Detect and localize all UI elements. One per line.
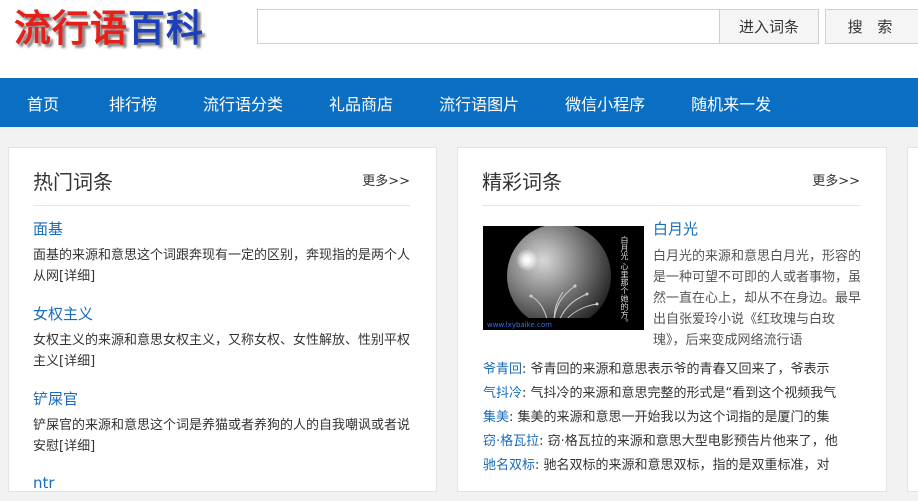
entry-title-link[interactable]: ntr [33,474,55,491]
featured-entries-panel: 精彩词条 更多>> 白月光 心里那个她的方。 www.lxybaike.com … [457,147,887,492]
more-link[interactable]: 更多>> [362,170,410,189]
divider [482,205,860,206]
featured-image[interactable]: 白月光 心里那个她的方。 www.lxybaike.com [483,226,644,330]
site-logo[interactable]: 流行语 百科 [14,5,204,51]
entry-description: 铲屎官的来源和意思这个词是养猫或者养狗的人的自我嘲讽或者说安慰[详细] [33,418,411,454]
featured-title-link[interactable]: 白月光 [653,218,698,239]
nav-item-mini-program[interactable]: 微信小程序 [565,91,645,115]
featured-description: 白月光的来源和意思白月光，形容的是一种可望不可即的人或者事物，虽然一直在心上，却… [653,249,862,348]
nav-item-home[interactable]: 首页 [27,91,59,115]
detail-link[interactable]: [详细] [59,439,95,454]
nav-item-gift-shop[interactable]: 礼品商店 [329,91,393,115]
entry-key-link[interactable]: 驰名双标 [483,458,535,473]
image-watermark: www.lxybaike.com [487,321,552,329]
logo-part-blue: 百科 [128,6,204,50]
nav-item-random[interactable]: 随机来一发 [691,91,771,115]
list-item: 面基 面基的来源和意思这个词跟奔现有一定的区别，奔现指的是两个人从网[详细] [33,218,415,287]
featured-list: 爷青回: 爷青回的来源和意思表示爷的青春又回来了，爷表示 气抖冷: 气抖冷的来源… [483,358,865,478]
panel-title: 热门词条 [33,170,113,194]
nav-item-images[interactable]: 流行语图片 [439,91,519,115]
image-caption: 白月光 心里那个她的方。 [620,236,629,327]
entry-key-link[interactable]: 气抖冷 [483,386,522,401]
enter-entry-button[interactable]: 进入词条 [719,9,819,44]
hot-entries-panel: 热门词条 更多>> 面基 面基的来源和意思这个词跟奔现有一定的区别，奔现指的是两… [8,147,437,492]
entry-key-link[interactable]: 窃·格瓦拉 [483,434,539,449]
detail-link[interactable]: [详细] [59,354,95,369]
entry-title-link[interactable]: 铲屎官 [33,388,78,409]
detail-link[interactable]: [详细] [59,269,95,284]
entry-title-link[interactable]: 女权主义 [33,303,93,324]
list-item: ntr [33,473,415,491]
list-item: 爷青回: 爷青回的来源和意思表示爷的青春又回来了，爷表示 [483,362,830,377]
entry-title-link[interactable]: 面基 [33,218,63,239]
entry-key-link[interactable]: 集美 [483,410,509,425]
entry-description: 女权主义的来源和意思女权主义，又称女权、女性解放、性别平权主义[详细] [33,333,411,369]
list-item: 女权主义 女权主义的来源和意思女权主义，又称女权、女性解放、性别平权主义[详细] [33,303,415,372]
third-panel-edge [907,147,918,492]
nav-item-ranking[interactable]: 排行榜 [109,91,157,115]
logo-part-red: 流行语 [14,6,128,50]
nav-item-categories[interactable]: 流行语分类 [203,91,283,115]
panel-title: 精彩词条 [482,170,562,194]
search-input[interactable] [257,9,719,44]
entry-description: 面基的来源和意思这个词跟奔现有一定的区别，奔现指的是两个人从网[详细] [33,248,411,284]
more-link[interactable]: 更多>> [812,170,860,189]
main-nav: 首页 排行榜 流行语分类 礼品商店 流行语图片 微信小程序 随机来一发 [0,78,918,127]
list-item: 气抖冷: 气抖冷的来源和意思完整的形式是“看到这个视频我气 [483,386,837,401]
search-button[interactable]: 搜 索 [825,9,918,44]
site-header: 流行语 百科 进入词条 搜 索 [0,0,918,78]
list-item: 铲屎官 铲屎官的来源和意思这个词是养猫或者养狗的人的自我嘲讽或者说安慰[详细] [33,388,415,457]
entry-key-link[interactable]: 爷青回 [483,362,522,377]
list-item: 窃·格瓦拉: 窃·格瓦拉的来源和意思大型电影预告片他来了，他 [483,434,838,449]
list-item: 驰名双标: 驰名双标的来源和意思双标，指的是双重标准，对 [483,458,830,473]
divider [33,205,410,206]
list-item: 集美: 集美的来源和意思一开始我以为这个词指的是厦门的集 [483,410,830,425]
